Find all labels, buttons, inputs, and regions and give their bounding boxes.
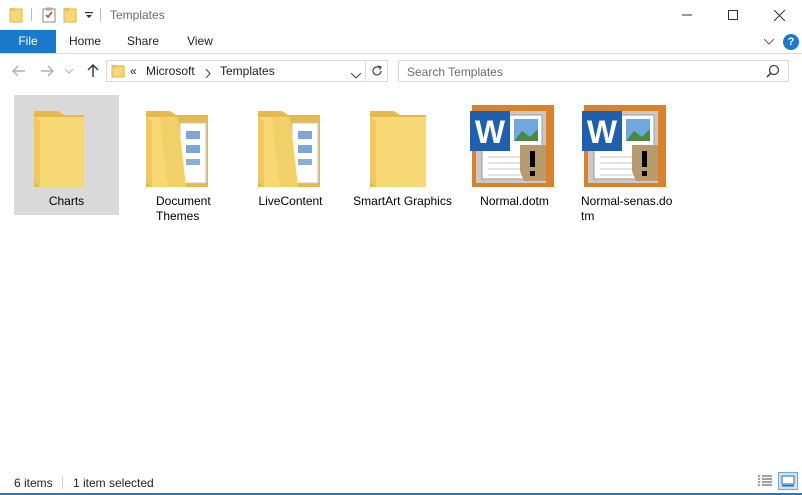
folder-item-smartart-graphics[interactable]: SmartArt Graphics bbox=[350, 95, 455, 215]
item-label: Normal.dotm bbox=[480, 194, 549, 208]
folder-icon bbox=[111, 63, 125, 82]
word-template-icon: W bbox=[582, 105, 666, 187]
breadcrumb-microsoft[interactable]: Microsoft bbox=[146, 64, 195, 78]
address-bar[interactable]: « Microsoft Templates bbox=[106, 60, 366, 82]
maximize-button[interactable] bbox=[710, 0, 756, 30]
separator bbox=[100, 8, 101, 21]
window-title: Templates bbox=[110, 8, 165, 22]
expand-ribbon-chevron-icon[interactable] bbox=[761, 34, 777, 50]
customize-toolbar-icon[interactable] bbox=[84, 6, 94, 24]
item-label: SmartArt Graphics bbox=[353, 194, 452, 208]
status-bar: 6 items 1 item selected bbox=[0, 471, 802, 495]
large-icons-view-button[interactable] bbox=[778, 472, 798, 490]
up-arrow-icon[interactable] bbox=[84, 62, 102, 80]
search-icon[interactable] bbox=[766, 64, 780, 81]
folder-item-document-themes[interactable]: Document Themes bbox=[126, 95, 231, 223]
file-item-normal-dotm[interactable]: W Normal.dotm bbox=[462, 95, 567, 215]
new-folder-icon[interactable] bbox=[63, 6, 77, 24]
tab-home[interactable]: Home bbox=[62, 30, 108, 53]
svg-text:W: W bbox=[587, 114, 618, 150]
breadcrumb-overflow[interactable]: « bbox=[130, 64, 137, 78]
title-bar: Templates bbox=[0, 0, 802, 30]
item-label: LiveContent bbox=[258, 194, 323, 208]
recent-locations-chevron-icon[interactable] bbox=[62, 62, 76, 80]
large-icons-view-icon bbox=[781, 475, 795, 487]
refresh-button[interactable] bbox=[366, 60, 388, 82]
tab-file[interactable]: File bbox=[0, 30, 56, 53]
folder-with-documents-icon bbox=[258, 111, 320, 187]
address-dropdown-chevron-icon[interactable] bbox=[350, 68, 362, 82]
folder-icon bbox=[34, 111, 84, 187]
forward-arrow-icon[interactable] bbox=[38, 62, 56, 80]
selection-count: 1 item selected bbox=[73, 476, 154, 490]
separator bbox=[62, 476, 63, 489]
refresh-icon bbox=[371, 65, 382, 76]
folder-with-documents-icon bbox=[146, 111, 208, 187]
help-icon[interactable]: ? bbox=[783, 34, 799, 50]
word-template-icon: W bbox=[470, 105, 554, 187]
file-item-normal-senas-dotm[interactable]: W Normal-senas.dotm bbox=[574, 95, 679, 223]
tab-share[interactable]: Share bbox=[122, 30, 164, 53]
folder-icon bbox=[370, 111, 426, 187]
separator bbox=[31, 8, 32, 21]
folder-item-charts[interactable]: Charts bbox=[14, 95, 119, 215]
details-view-icon bbox=[758, 475, 772, 486]
breadcrumb-templates[interactable]: Templates bbox=[220, 64, 275, 78]
tab-view[interactable]: View bbox=[181, 30, 219, 53]
breadcrumb-separator-icon[interactable] bbox=[205, 67, 211, 81]
svg-text:W: W bbox=[475, 114, 506, 150]
search-input[interactable] bbox=[407, 64, 757, 79]
folder-icon[interactable] bbox=[9, 6, 23, 24]
back-arrow-icon[interactable] bbox=[10, 62, 28, 80]
properties-icon[interactable] bbox=[41, 6, 57, 24]
ribbon: File Home Share View ? bbox=[0, 30, 802, 54]
close-button[interactable] bbox=[756, 0, 802, 30]
item-label: Charts bbox=[48, 194, 85, 208]
item-label: Normal-senas.dotm bbox=[581, 194, 673, 223]
details-view-button[interactable] bbox=[755, 472, 775, 490]
search-box[interactable] bbox=[398, 60, 789, 82]
minimize-button[interactable] bbox=[664, 0, 710, 30]
folder-item-livecontent[interactable]: LiveContent bbox=[238, 95, 343, 215]
item-count: 6 items bbox=[14, 476, 53, 490]
item-label: Document Themes bbox=[156, 194, 211, 223]
